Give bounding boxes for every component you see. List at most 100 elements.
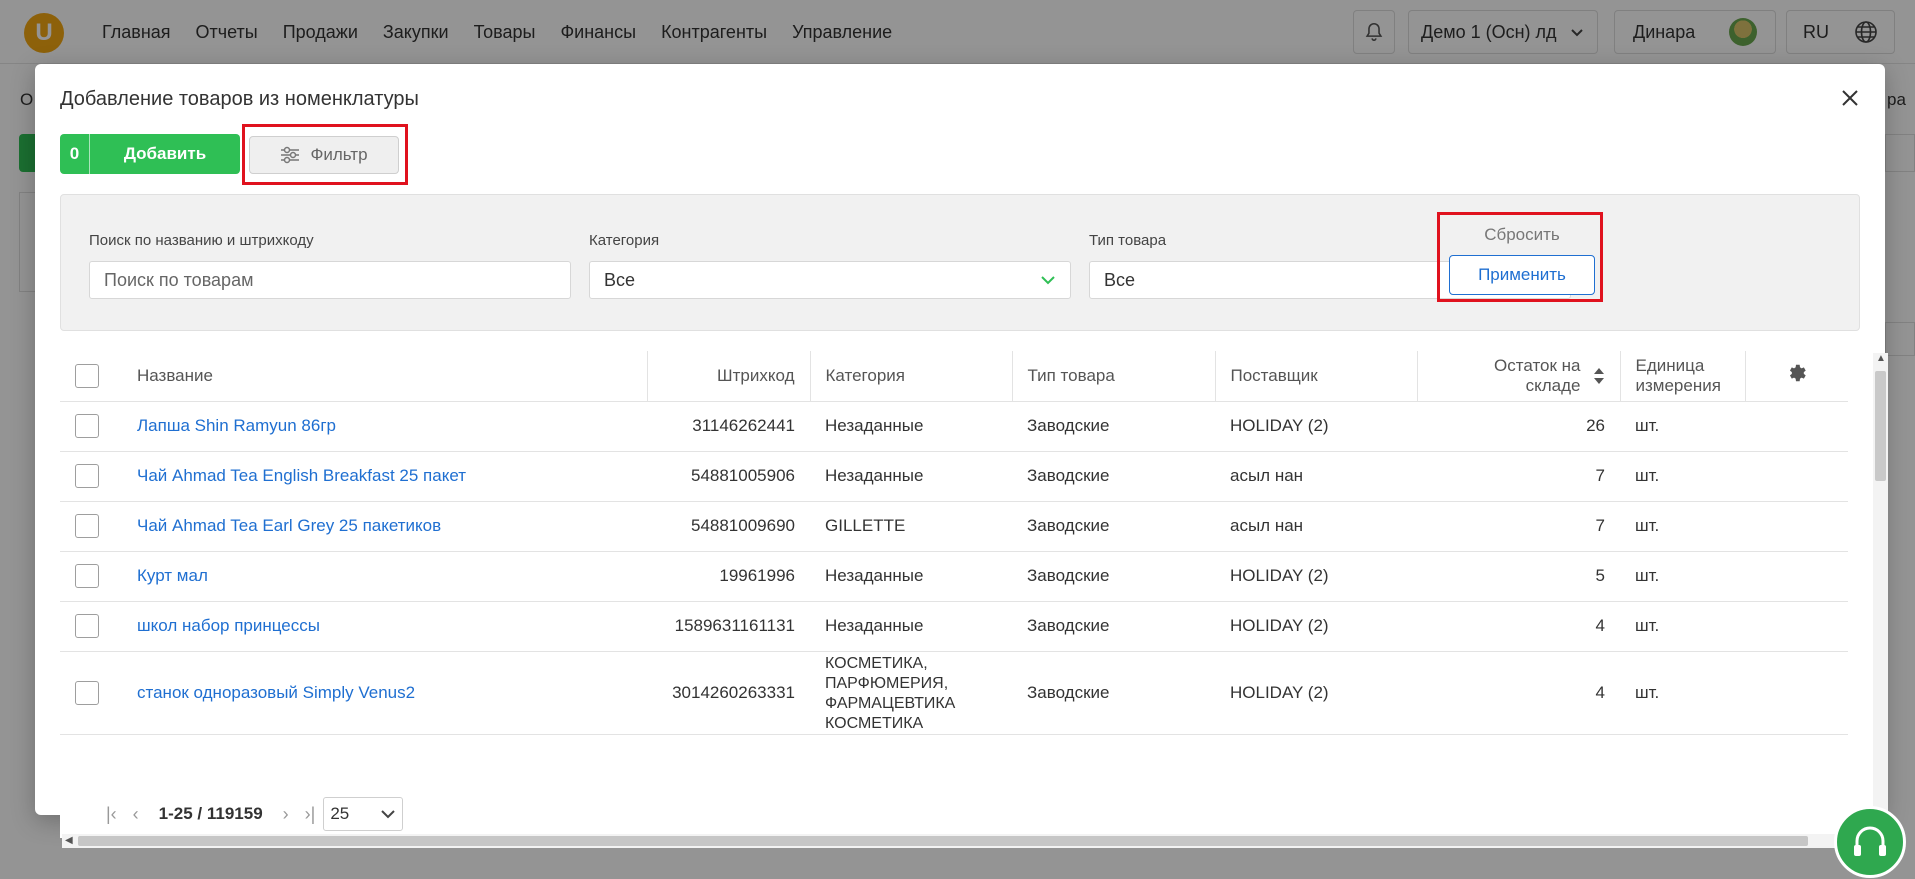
previous-page-icon[interactable]: ‹ — [133, 804, 139, 825]
add-button-label: Добавить — [123, 144, 207, 163]
scroll-left-arrow[interactable]: ◀ — [65, 835, 73, 846]
close-icon[interactable] — [1838, 86, 1862, 110]
table-row[interactable]: Чай Ahmad Tea Earl Grey 25 пакетиков 548… — [60, 501, 1848, 552]
unit-cell: шт. — [1620, 451, 1745, 502]
sort-icon[interactable] — [1593, 367, 1605, 385]
empty-cell — [1745, 451, 1848, 502]
add-products-modal: Добавление товаров из номенклатуры 0 Доб… — [35, 64, 1888, 848]
row-checkbox[interactable] — [75, 464, 99, 488]
stock-cell: 7 — [1417, 451, 1620, 502]
product-name-link[interactable]: Лапша Shin Ramyun 86гр — [122, 401, 647, 452]
vertical-scroll-thumb[interactable] — [1875, 371, 1886, 481]
row-checkbox[interactable] — [75, 614, 99, 638]
row-checkbox[interactable] — [75, 680, 99, 705]
scroll-up-arrow[interactable]: ▲ — [1876, 353, 1886, 364]
unit-cell: шт. — [1620, 601, 1745, 652]
barcode-cell: 31146262441 — [647, 401, 810, 452]
barcode-cell: 3014260263331 — [647, 651, 810, 735]
table-row[interactable]: станок одноразовый Simply Venus2 3014260… — [60, 651, 1848, 735]
add-button[interactable]: 0 Добавить — [60, 134, 240, 174]
product-name-link[interactable]: Чай Ahmad Tea English Breakfast 25 пакет — [122, 451, 647, 502]
horizontal-scrollbar[interactable]: ◀ ▶ — [62, 834, 1871, 848]
category-cell: Незаданные — [810, 551, 1012, 602]
search-label: Поиск по названию и штрихкоду — [89, 232, 314, 249]
row-checkbox[interactable] — [75, 514, 99, 538]
support-chat-button[interactable] — [1834, 806, 1906, 878]
select-all-checkbox[interactable] — [75, 363, 99, 388]
supplier-cell: асыл нан — [1215, 451, 1417, 502]
vertical-scrollbar[interactable]: ▲ ▼ — [1873, 353, 1888, 825]
table-row[interactable]: Лапша Shin Ramyun 86гр 31146262441 Незад… — [60, 401, 1848, 452]
barcode-cell: 54881005906 — [647, 451, 810, 502]
chevron-down-icon — [381, 810, 396, 819]
supplier-cell: HOLIDAY (2) — [1215, 551, 1417, 602]
modal-title: Добавление товаров из номенклатуры — [60, 88, 419, 110]
selected-count: 0 — [60, 134, 90, 174]
empty-cell — [1745, 401, 1848, 452]
row-checkbox-cell — [60, 601, 122, 652]
column-name[interactable]: Название — [122, 351, 648, 402]
column-stock[interactable]: Остаток на складе — [1417, 351, 1621, 402]
stock-cell: 4 — [1417, 601, 1620, 652]
unit-cell: шт. — [1620, 651, 1745, 735]
gear-icon[interactable] — [1786, 362, 1808, 384]
page-range: 1-25 / 119159 — [158, 804, 263, 823]
stock-cell: 7 — [1417, 501, 1620, 552]
type-cell: Заводские — [1012, 651, 1215, 735]
unit-cell: шт. — [1620, 501, 1745, 552]
empty-cell — [1745, 651, 1848, 735]
row-checkbox[interactable] — [75, 564, 99, 588]
row-checkbox-cell — [60, 551, 122, 602]
row-checkbox-cell — [60, 651, 122, 735]
supplier-cell: асыл нан — [1215, 501, 1417, 552]
supplier-cell: HOLIDAY (2) — [1215, 601, 1417, 652]
filter-button-label: Фильтр — [310, 145, 368, 164]
apply-button[interactable]: Применить — [1449, 255, 1595, 295]
type-cell: Заводские — [1012, 501, 1215, 552]
column-unit[interactable]: Единица измерения — [1620, 351, 1746, 402]
next-page-icon[interactable]: › — [283, 804, 289, 825]
empty-cell — [1745, 501, 1848, 552]
filter-button[interactable]: Фильтр — [249, 136, 399, 174]
category-cell: КОСМЕТИКА, ПАРФЮМЕРИЯ, ФАРМАЦЕВТИКА КОСМ… — [810, 651, 1012, 735]
category-select[interactable]: Все — [589, 261, 1071, 299]
table-row[interactable]: школ набор принцессы 1589631161131 Незад… — [60, 601, 1848, 652]
page-size-value: 25 — [330, 804, 350, 823]
product-type-value: Все — [1104, 269, 1136, 290]
filter-panel: Поиск по названию и штрихкоду Категория … — [60, 194, 1860, 331]
table-row[interactable]: Курт мал 19961996 Незаданные Заводские H… — [60, 551, 1848, 602]
table-row[interactable]: Чай Ahmad Tea English Breakfast 25 пакет… — [60, 451, 1848, 502]
column-type[interactable]: Тип товара — [1012, 351, 1216, 402]
row-checkbox-cell — [60, 501, 122, 552]
chevron-down-icon — [1041, 276, 1055, 285]
modal-backdrop-top — [0, 0, 1915, 64]
type-cell: Заводские — [1012, 551, 1215, 602]
first-page-icon[interactable]: |‹ — [106, 804, 117, 825]
row-checkbox-cell — [60, 451, 122, 502]
reset-button[interactable]: Сбросить — [1449, 225, 1595, 245]
column-settings[interactable] — [1745, 351, 1848, 402]
supplier-cell: HOLIDAY (2) — [1215, 651, 1417, 735]
barcode-cell: 54881009690 — [647, 501, 810, 552]
product-name-link[interactable]: школ набор принцессы — [122, 601, 647, 652]
column-category[interactable]: Категория — [810, 351, 1013, 402]
page-size-select[interactable]: 25 — [323, 797, 404, 831]
column-barcode[interactable]: Штрихкод — [647, 351, 811, 402]
row-checkbox-cell — [60, 401, 122, 452]
headset-icon — [1854, 826, 1886, 856]
category-cell: Незаданные — [810, 451, 1012, 502]
last-page-icon[interactable]: ›| — [305, 804, 316, 825]
search-input[interactable] — [89, 261, 571, 299]
product-type-label: Тип товара — [1089, 232, 1167, 249]
product-name-link[interactable]: Чай Ahmad Tea Earl Grey 25 пакетиков — [122, 501, 647, 552]
column-supplier[interactable]: Поставщик — [1215, 351, 1418, 402]
product-name-link[interactable]: Курт мал — [122, 551, 647, 602]
stock-cell: 5 — [1417, 551, 1620, 602]
unit-cell: шт. — [1620, 401, 1745, 452]
horizontal-scroll-thumb[interactable] — [78, 836, 1808, 846]
column-stock-label: Остаток на складе — [1494, 355, 1581, 395]
row-checkbox[interactable] — [75, 414, 99, 438]
category-label: Категория — [589, 232, 660, 249]
barcode-cell: 19961996 — [647, 551, 810, 602]
product-name-link[interactable]: станок одноразовый Simply Venus2 — [122, 651, 647, 735]
